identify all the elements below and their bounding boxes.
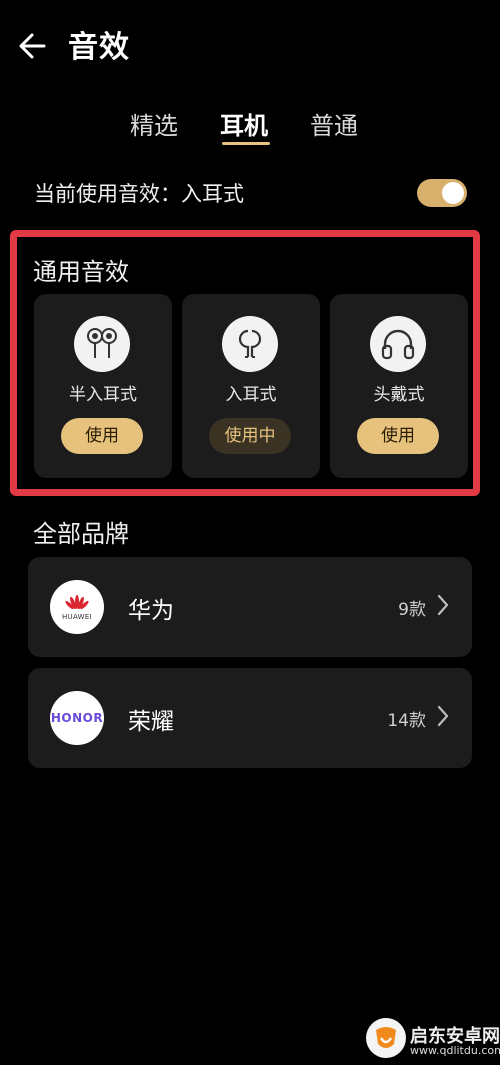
chevron-right-icon	[437, 594, 449, 616]
brand-item-huawei[interactable]: HUAWEI 华为 9款	[28, 557, 472, 657]
card-label: 入耳式	[225, 385, 277, 405]
brand-count: 14款	[387, 711, 426, 731]
effect-toggle[interactable]	[417, 179, 467, 207]
tab-featured[interactable]: 精选	[130, 106, 178, 141]
general-effects-title: 通用音效	[33, 258, 129, 286]
watermark-url: www.qdlitdu.com	[410, 1044, 500, 1057]
back-button[interactable]	[14, 26, 54, 66]
card-label: 头戴式	[373, 385, 425, 405]
watermark-logo	[366, 1018, 406, 1058]
brand-item-honor[interactable]: HONOR 荣耀 14款	[28, 668, 472, 768]
active-tab-indicator	[222, 142, 270, 145]
huawei-logo-text: HUAWEI	[61, 612, 92, 621]
brand-name: 荣耀	[128, 709, 174, 735]
effect-card-headphones[interactable]: 头戴式 使用	[330, 294, 468, 478]
all-brands-title: 全部品牌	[33, 520, 129, 548]
tab-normal[interactable]: 普通	[310, 106, 358, 141]
card-label: 半入耳式	[69, 385, 137, 405]
honor-logo-text: HONOR	[50, 711, 104, 725]
use-button[interactable]: 使用	[61, 418, 143, 454]
semi-in-ear-earbuds-icon	[74, 316, 130, 372]
honor-logo: HONOR	[50, 691, 104, 745]
headphones-icon	[370, 316, 426, 372]
brand-count: 9款	[398, 600, 426, 620]
in-use-button[interactable]: 使用中	[209, 418, 291, 454]
use-button[interactable]: 使用	[357, 418, 439, 454]
in-ear-earbuds-icon	[222, 316, 278, 372]
toggle-knob	[442, 182, 464, 204]
effect-card-semi-in-ear[interactable]: 半入耳式 使用	[34, 294, 172, 478]
back-arrow-icon	[19, 33, 46, 59]
page-title: 音效	[68, 30, 130, 65]
tab-earphones[interactable]: 耳机	[220, 106, 268, 141]
brand-name: 华为	[128, 598, 174, 624]
current-effect-label: 当前使用音效：入耳式	[34, 182, 244, 206]
chevron-right-icon	[437, 705, 449, 727]
effect-card-in-ear[interactable]: 入耳式 使用中	[182, 294, 320, 478]
huawei-logo: HUAWEI	[50, 580, 104, 634]
